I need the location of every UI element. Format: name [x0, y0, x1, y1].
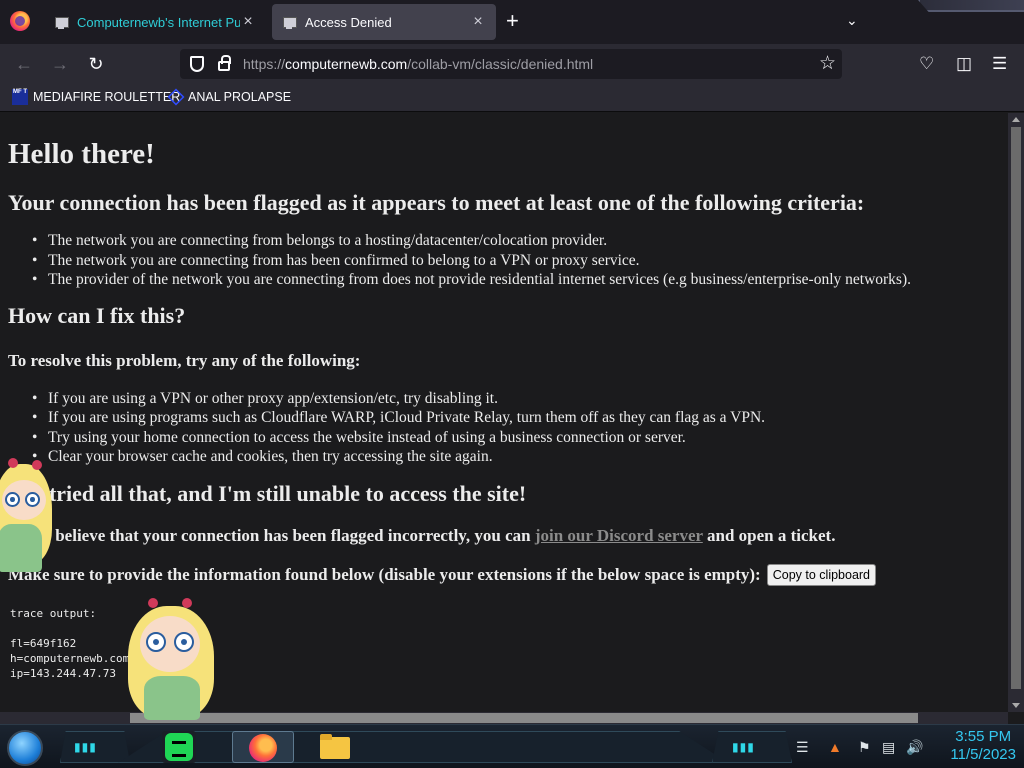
- lock-icon[interactable]: [218, 55, 231, 71]
- provide-info-line: Make sure to provide the information fou…: [8, 563, 1000, 586]
- taskbar-decoration-dots: ▮▮▮: [74, 740, 97, 754]
- computer-favicon-icon: [282, 15, 297, 29]
- bookmark-anal-prolapse[interactable]: ANAL PROLAPSE: [167, 88, 292, 106]
- taskbar-app-tray: [118, 731, 728, 763]
- desktop-mascot-character[interactable]: [120, 596, 220, 724]
- fix-list: If you are using a VPN or other proxy ap…: [32, 389, 1000, 467]
- pocket-icon[interactable]: ♡: [919, 54, 934, 74]
- scrollbar-thumb[interactable]: [130, 713, 918, 723]
- tab-access-denied[interactable]: Access Denied ×: [272, 4, 496, 40]
- bookmark-label: ANAL PROLAPSE: [188, 90, 292, 104]
- bookmark-diamond-icon: [167, 88, 185, 106]
- scroll-up-arrow-icon[interactable]: [1012, 117, 1020, 122]
- fix-heading: How can I fix this?: [8, 302, 186, 328]
- fix-item: Try using your home connection to access…: [32, 428, 1000, 448]
- firefox-taskbar-icon[interactable]: [232, 731, 294, 763]
- theme-decoration: [918, 0, 1024, 12]
- fix-item: If you are using a VPN or other proxy ap…: [32, 389, 1000, 409]
- tracking-protection-shield-icon[interactable]: [190, 56, 204, 72]
- tab-title: Computernewb's Internet Pub: [77, 14, 240, 30]
- taskbar-decoration-dots: ▮▮▮: [732, 740, 755, 754]
- new-tab-button[interactable]: +: [506, 10, 519, 32]
- show-desktop-icon[interactable]: ☰: [796, 739, 809, 756]
- tab-close-icon[interactable]: ×: [470, 13, 486, 31]
- flagged-heading: Your connection has been flagged as it a…: [8, 190, 865, 215]
- discord-link[interactable]: join our Discord server: [535, 526, 703, 545]
- file-explorer-icon[interactable]: [318, 731, 352, 763]
- clock-time: 3:55 PM: [955, 728, 1012, 745]
- discord-text-after: and open a ticket.: [702, 525, 836, 545]
- page-title: Hello there!: [8, 138, 155, 170]
- url-scheme: https://: [243, 56, 286, 72]
- extensions-puzzle-icon[interactable]: ◫: [956, 54, 972, 74]
- navigation-bar: ← → ↻ https://computernewb.com/collab-vm…: [0, 44, 1024, 84]
- fix-item: If you are using programs such as Cloudf…: [32, 408, 1000, 428]
- reload-icon[interactable]: ↻: [84, 52, 108, 76]
- scrollbar-thumb[interactable]: [1011, 127, 1021, 689]
- discord-paragraph: If you believe that your connection has …: [8, 525, 1000, 547]
- url-host: computernewb.com: [285, 56, 408, 72]
- notes-app-icon[interactable]: [162, 731, 196, 763]
- tried-heading: I've tried all that, and I'm still unabl…: [8, 480, 527, 506]
- criteria-item: The network you are connecting from belo…: [32, 231, 1000, 251]
- network-icon[interactable]: ▤: [882, 739, 895, 756]
- tab-strip: Computernewb's Internet Pub × Access Den…: [0, 0, 1024, 44]
- url-path: /collab-vm/classic/denied.html: [407, 56, 594, 72]
- start-button-orb-icon[interactable]: [7, 730, 43, 766]
- bookmark-label: MEDIAFIRE ROULETTER: [33, 90, 181, 104]
- url-text[interactable]: https://computernewb.com/collab-vm/class…: [243, 56, 593, 72]
- fix-item: Clear your browser cache and cookies, th…: [32, 447, 1000, 467]
- computer-favicon-icon: [54, 15, 69, 29]
- back-arrow-icon[interactable]: ←: [12, 52, 36, 76]
- app-tray-icon[interactable]: ▲: [828, 739, 842, 755]
- volume-icon[interactable]: 🔊: [906, 739, 923, 756]
- system-clock[interactable]: 3:55 PM 11/5/2023: [950, 728, 1016, 764]
- bookmarks-toolbar: MF T MEDIAFIRE ROULETTER ANAL PROLAPSE: [0, 84, 1024, 112]
- clock-date: 11/5/2023: [950, 746, 1016, 763]
- taskbar: ▮▮▮ ▮▮▮ ☰ ▲ ⚑ ▤ 🔊 3:55 PM 11/5/2023: [0, 724, 1024, 768]
- hamburger-menu-icon[interactable]: ☰: [992, 54, 1007, 74]
- criteria-list: The network you are connecting from belo…: [32, 231, 1000, 290]
- tab-computernewb-pub[interactable]: Computernewb's Internet Pub ×: [44, 4, 266, 40]
- provide-info-text: Make sure to provide the information fou…: [8, 564, 761, 584]
- list-all-tabs-chevron-icon[interactable]: ⌄: [846, 12, 858, 29]
- firefox-menu-icon[interactable]: [10, 11, 30, 31]
- resolve-heading: To resolve this problem, try any of the …: [8, 350, 361, 370]
- bookmark-mediafire-rouletter[interactable]: MF T MEDIAFIRE ROULETTER: [12, 89, 180, 105]
- desktop-mascot-character[interactable]: [0, 458, 58, 578]
- tab-title: Access Denied: [305, 14, 392, 30]
- tab-close-icon[interactable]: ×: [240, 13, 256, 31]
- criteria-item: The network you are connecting from has …: [32, 251, 1000, 271]
- address-bar[interactable]: https://computernewb.com/collab-vm/class…: [180, 49, 842, 79]
- copy-to-clipboard-button[interactable]: Copy to clipboard: [766, 563, 877, 586]
- forward-arrow-icon[interactable]: →: [48, 52, 72, 76]
- vertical-scrollbar[interactable]: [1008, 113, 1024, 712]
- discord-text-before: If you believe that your connection has …: [8, 525, 535, 545]
- action-center-flag-icon[interactable]: ⚑: [858, 739, 871, 756]
- bookmark-star-icon[interactable]: ☆: [819, 52, 836, 75]
- criteria-item: The provider of the network you are conn…: [32, 270, 1000, 290]
- mediafire-icon: MF T: [12, 89, 28, 105]
- scroll-down-arrow-icon[interactable]: [1012, 703, 1020, 708]
